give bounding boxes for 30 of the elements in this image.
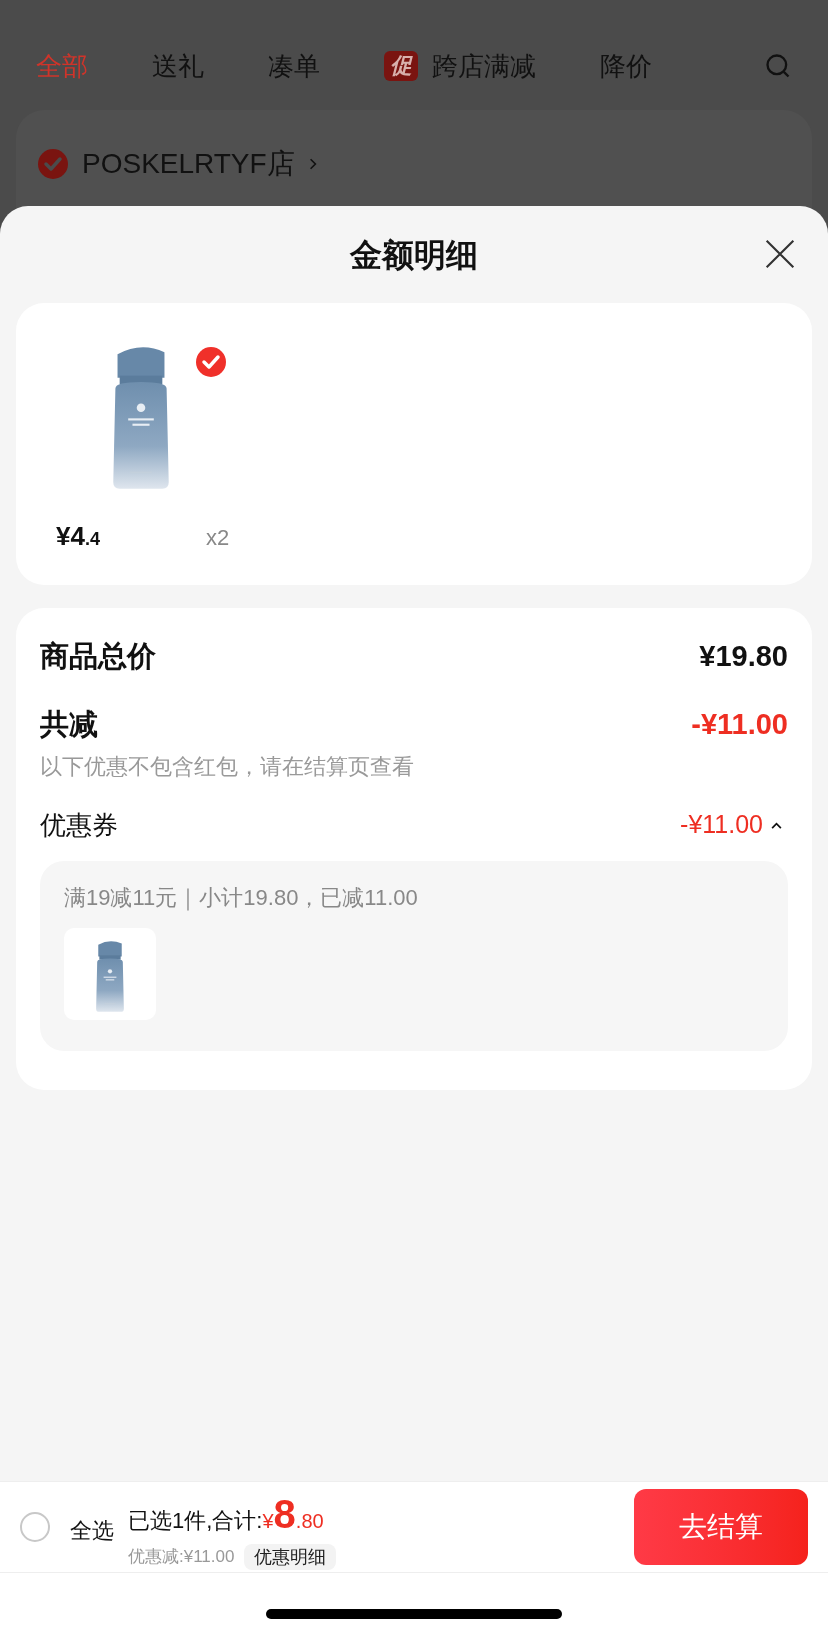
checkmark-icon[interactable] bbox=[38, 149, 68, 179]
selection-summary: 已选1件,合计: bbox=[128, 1507, 263, 1535]
filter-tab[interactable]: 送礼 bbox=[152, 46, 204, 86]
discount-label: 共减 bbox=[40, 707, 98, 743]
discount-value: -¥11.00 bbox=[691, 707, 788, 743]
total-value: ¥19.80 bbox=[699, 639, 788, 675]
chevron-up-icon bbox=[771, 821, 782, 829]
filter-tab[interactable]: 促 跨店满减 bbox=[384, 46, 536, 86]
promo-badge: 促 bbox=[384, 51, 418, 81]
discount-note: 以下优惠不包含红包，请在结算页查看 bbox=[40, 753, 415, 781]
coupon-label: 优惠券 bbox=[40, 808, 118, 842]
total-price: ¥8.80 bbox=[262, 1491, 324, 1538]
search-icon[interactable] bbox=[764, 52, 792, 80]
checkout-button[interactable]: 去结算 bbox=[634, 1489, 808, 1565]
discount-detail-button[interactable]: 优惠明细 bbox=[244, 1544, 337, 1570]
filter-tab[interactable]: 凑单 bbox=[268, 46, 320, 86]
chevron-right-icon[interactable] bbox=[308, 157, 317, 171]
radio-icon[interactable] bbox=[20, 1512, 50, 1542]
checkmark-icon[interactable] bbox=[196, 347, 226, 377]
discount-amount: 优惠减:¥11.00 bbox=[128, 1546, 235, 1569]
close-icon[interactable] bbox=[764, 238, 796, 270]
item-price: ¥4.4 bbox=[56, 520, 101, 553]
total-label: 商品总价 bbox=[40, 639, 156, 675]
item-quantity: x2 bbox=[206, 524, 230, 552]
filter-tab[interactable]: 降价 bbox=[600, 46, 652, 86]
coupon-toggle[interactable]: -¥11.00 bbox=[680, 806, 782, 844]
sheet-title: 金额明细 bbox=[350, 235, 478, 275]
coupon-detail: 满19减11元｜小计19.80，已减11.00 bbox=[64, 884, 419, 913]
store-name[interactable]: POSKELRTYF店 bbox=[82, 143, 295, 185]
select-all-label[interactable]: 全选 bbox=[70, 1513, 114, 1547]
